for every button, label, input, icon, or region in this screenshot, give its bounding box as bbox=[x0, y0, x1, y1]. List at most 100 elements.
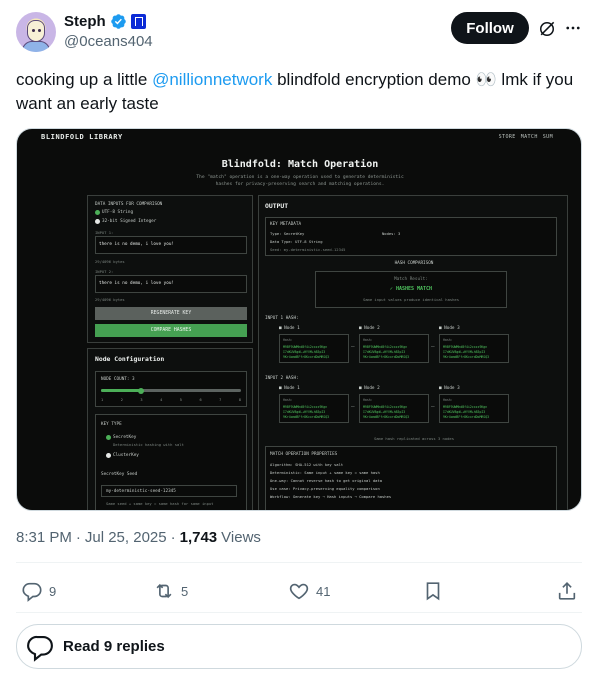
meta-separator: · bbox=[75, 529, 81, 546]
bookmark-icon bbox=[426, 582, 440, 601]
verified-badge-icon bbox=[110, 14, 126, 29]
like-button[interactable]: 41 bbox=[288, 579, 330, 603]
output-title: OUTPUT bbox=[265, 202, 289, 210]
input1-node-3-hash-box: Hash: M9BF9UWMhdBf4i2cxzz9Kgn I7dKUV8gdL+H… bbox=[439, 334, 509, 363]
views-label: Views bbox=[221, 529, 261, 546]
match-result: ✓ HASHES MATCH bbox=[389, 286, 433, 292]
author-name[interactable]: Steph bbox=[64, 13, 106, 30]
slider-tick: 5 bbox=[179, 398, 182, 402]
key-cluster: ClusterKey bbox=[113, 453, 139, 458]
node-config-panel: Node Configuration NODE COUNT: 3 1 2 3 4 5 6 7… bbox=[87, 348, 253, 510]
radio-secretkey bbox=[106, 435, 111, 440]
share-button[interactable] bbox=[556, 579, 578, 603]
read-replies-button[interactable]: Read 9 replies bbox=[16, 624, 582, 669]
meta-separator-2: · bbox=[170, 529, 176, 546]
slider-tick: 4 bbox=[160, 398, 163, 402]
slider-tick: 2 bbox=[120, 398, 123, 402]
app-nav: STORE MATCH SUM bbox=[494, 134, 553, 140]
nav-match: MATCH bbox=[520, 134, 538, 140]
input2-value: there is no demo, i love you! bbox=[99, 281, 175, 286]
meta-nodes: Nodes: 3 bbox=[382, 231, 401, 236]
reply-icon-large bbox=[27, 635, 53, 662]
bookmark-button[interactable] bbox=[422, 579, 444, 603]
input1-label: INPUT 1: bbox=[95, 230, 114, 235]
properties-box: MATCH OPERATION PROPERTIES Algorithm: SH… bbox=[265, 446, 557, 510]
hash-line: M9BF9UWMhdBf4i2cxzz9Kgn bbox=[283, 345, 328, 349]
connector-icon: — bbox=[431, 403, 435, 410]
node-count-ticks: 1 2 3 4 5 6 7 8 bbox=[101, 398, 241, 402]
read-replies-label: Read 9 replies bbox=[63, 638, 165, 655]
connector-icon: — bbox=[351, 403, 355, 410]
reply-button[interactable]: 9 bbox=[21, 579, 56, 603]
divider-bottom bbox=[16, 612, 582, 613]
hash-prefix: Hash: bbox=[363, 338, 373, 342]
input1-node-2-label: ■ Node 2 bbox=[359, 326, 380, 331]
repost-button[interactable]: 5 bbox=[153, 579, 188, 603]
radio-clusterkey bbox=[106, 453, 111, 458]
hash-line: I7dKUV8gdL+HYVM+hB3pI3 bbox=[363, 350, 406, 354]
avatar[interactable] bbox=[16, 12, 56, 52]
grok-icon[interactable] bbox=[537, 19, 557, 39]
properties-label: MATCH OPERATION PROPERTIES bbox=[270, 452, 338, 457]
property-usecase: Use case: Privacy-preserving equality co… bbox=[270, 486, 380, 491]
input2-node-3-hash-box: Hash: M9BF9UWMhdBf4i2cxzz9Kgn I7dKUV8gdL+H… bbox=[439, 394, 509, 423]
seed-value: my-deterministic-seed-12345 bbox=[106, 489, 176, 494]
reply-icon bbox=[22, 582, 42, 602]
key-secret-desc: Deterministic hashing with salt bbox=[113, 442, 184, 447]
hash-line: M9BF9UWMhdBf4i2cxzz9Kgn bbox=[363, 405, 408, 409]
more-icon[interactable] bbox=[564, 19, 582, 37]
input2-node-2-hash-box: Hash: M9BF9UWMhdBf4i2cxzz9Kgn I7dKUV8gdL+H… bbox=[359, 394, 429, 423]
input1-hash-label: INPUT 1 HASH: bbox=[265, 316, 299, 321]
tweet-time[interactable]: 8:31 PM bbox=[16, 529, 72, 546]
compare-hashes-button: COMPARE HASHES bbox=[95, 324, 247, 337]
tweet-text-before: cooking up a little bbox=[16, 70, 153, 89]
follow-button[interactable]: Follow bbox=[451, 12, 529, 44]
radio-int bbox=[95, 219, 100, 224]
input2-field: there is no demo, i love you! bbox=[95, 275, 247, 293]
app-title: BLINDFOLD LIBRARY bbox=[41, 133, 123, 141]
hash-prefix: Hash: bbox=[443, 338, 453, 342]
node-count-box: NODE COUNT: 3 1 2 3 4 5 6 7 8 bbox=[95, 371, 247, 407]
share-icon bbox=[558, 582, 576, 600]
meta-datatype: Data Type: UTF-8 String bbox=[270, 239, 323, 244]
hash-line: M9BF9UWMhdBf4i2cxzz9Kgn bbox=[443, 405, 488, 409]
input2-hash-label: INPUT 2 HASH: bbox=[265, 376, 299, 381]
author-handle[interactable]: @0ceans404 bbox=[64, 33, 153, 50]
replicated-note: Same hash replicated across 3 nodes bbox=[373, 436, 454, 441]
hash-line: 9Kr4omdBFfr8KcxrdDoMRSQ3 bbox=[283, 415, 330, 419]
media-image[interactable]: BLINDFOLD LIBRARY STORE MATCH SUM Blindfol… bbox=[16, 128, 582, 511]
seed-field: my-deterministic-seed-12345 bbox=[101, 485, 237, 497]
inputs-section-label: DATA INPUTS FOR COMPARISON bbox=[95, 202, 163, 207]
hash-prefix: Hash: bbox=[443, 398, 453, 402]
slider-tick: 7 bbox=[219, 398, 222, 402]
input1-node-3-label: ■ Node 3 bbox=[439, 326, 460, 331]
meta-seed: Seed: my-deterministic-seed-12345 bbox=[270, 247, 346, 252]
node-count-label: NODE COUNT: 3 bbox=[101, 377, 135, 382]
views-count[interactable]: 1,743 bbox=[180, 529, 218, 546]
nav-store: STORE bbox=[498, 134, 516, 140]
radio-utf8 bbox=[95, 210, 100, 215]
regenerate-key-button: REGENERATE KEY bbox=[95, 307, 247, 320]
affiliation-badge-icon[interactable] bbox=[130, 14, 146, 29]
tweet-date[interactable]: Jul 25, 2025 bbox=[85, 529, 167, 546]
inputs-panel: DATA INPUTS FOR COMPARISON UTF-8 String … bbox=[87, 195, 253, 343]
nav-sum: SUM bbox=[542, 134, 553, 140]
match-result-label: Match Result: bbox=[394, 277, 428, 282]
media-heading: Blindfold: Match Operation bbox=[221, 159, 379, 170]
input1-field: there is no demo, i love you! bbox=[95, 236, 247, 254]
input2-node-1-hash-box: Hash: M9BF9UWMhdBf4i2cxzz9Kgn I7dKUV8gdL+H… bbox=[279, 394, 349, 423]
input1-node-1-label: ■ Node 1 bbox=[279, 326, 300, 331]
repost-count: 5 bbox=[181, 583, 189, 599]
mention-link[interactable]: @nillionnetwork bbox=[152, 70, 272, 89]
input2-bytes: 29/4096 bytes bbox=[95, 297, 125, 302]
seed-hint: Same seed + same key = same hash for sam… bbox=[106, 501, 214, 506]
hash-line: I7dKUV8gdL+HYVM+hB3pI3 bbox=[443, 410, 486, 414]
node-count-slider-knob bbox=[138, 387, 144, 394]
key-metadata-label: KEY METADATA bbox=[270, 222, 302, 227]
slider-tick: 3 bbox=[140, 398, 143, 402]
key-secret: SecretKey bbox=[113, 435, 137, 440]
author-name-row[interactable]: Steph bbox=[64, 13, 146, 30]
node-config-title: Node Configuration bbox=[95, 355, 165, 363]
input1-bytes: 29/4096 bytes bbox=[95, 259, 125, 264]
like-count: 41 bbox=[316, 583, 331, 599]
